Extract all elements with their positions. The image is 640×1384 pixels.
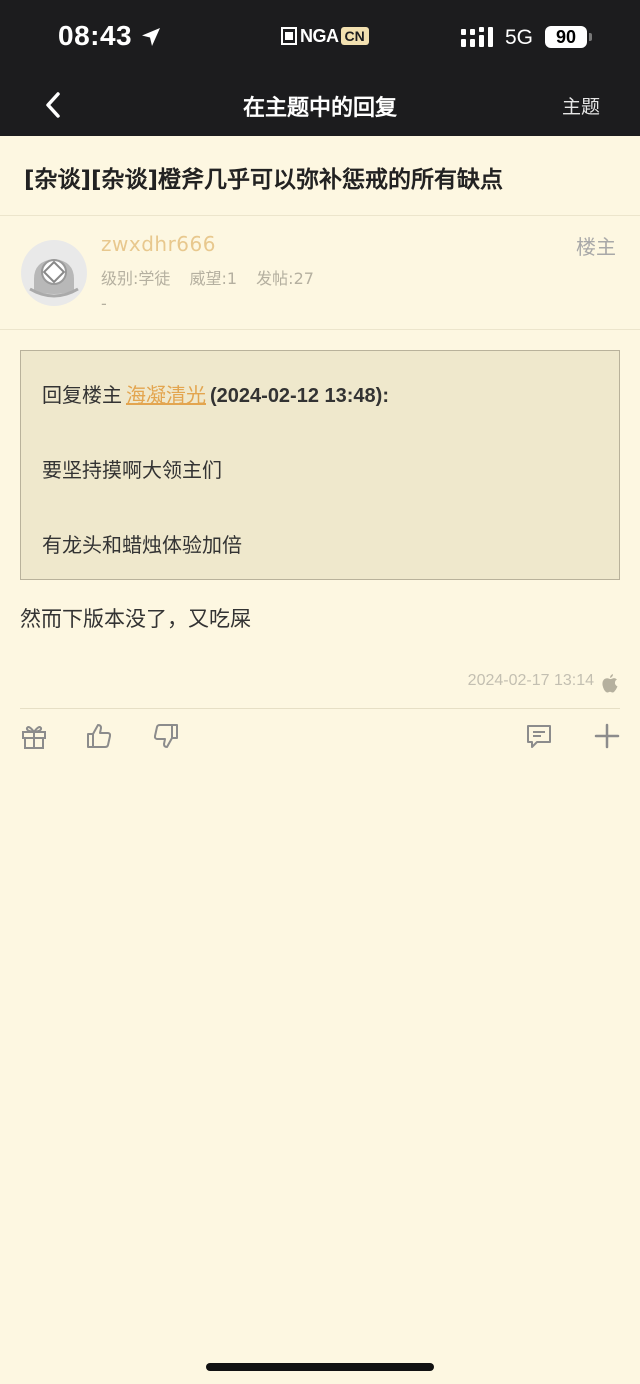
apple-device-icon [602, 674, 618, 693]
status-time: 08:43 [58, 20, 133, 51]
author-username[interactable]: zwxdhr666 [101, 232, 216, 256]
divider [0, 329, 640, 330]
comment-icon[interactable] [525, 722, 553, 750]
network-type: 5G [505, 26, 534, 49]
author-meta: 级别:学徒 威望:1 发帖:27 [101, 265, 328, 289]
status-bar: 08:43 NGA CN 5G 90 [0, 0, 640, 76]
author-level: 级别:学徒 [101, 269, 171, 288]
divider [20, 708, 620, 709]
brand-suffix: CN [340, 27, 369, 45]
topic-link-button[interactable]: 主题 [562, 92, 600, 119]
location-arrow-icon [142, 28, 160, 46]
avatar[interactable] [20, 239, 88, 307]
quote-block: 回复楼主 海凝清光 (2024-02-12 13:48): 要坚持摸啊大领主们 有龙… [20, 350, 620, 580]
author-signature: - [101, 294, 107, 313]
signal-strength-icon [461, 27, 493, 47]
quoted-user-link[interactable]: 海凝清光 [126, 383, 206, 407]
author-prestige: 威望:1 [189, 269, 238, 288]
brand-logo: NGA CN [280, 24, 369, 48]
thumbs-up-icon[interactable] [85, 722, 113, 750]
author-post-count: 发帖:27 [256, 269, 314, 288]
quote-header: 回复楼主 海凝清光 (2024-02-12 13:48): [42, 379, 389, 408]
plus-icon[interactable] [593, 722, 621, 750]
quote-text-line: 有龙头和蜡烛体验加倍 [42, 533, 242, 557]
topic-title[interactable]: [杂谈][杂谈]橙斧几乎可以弥补惩戒的所有缺点 [24, 160, 503, 194]
gift-icon[interactable] [20, 722, 48, 750]
home-indicator[interactable] [206, 1363, 434, 1371]
post-timestamp: 2024-02-17 13:14 [467, 672, 594, 689]
battery-indicator: 90 [545, 26, 587, 48]
nga-logo-icon [281, 27, 297, 45]
quote-text-line: 要坚持摸啊大领主们 [42, 458, 222, 482]
thumbs-down-icon[interactable] [152, 722, 180, 750]
divider [0, 215, 640, 216]
battery-tip [589, 33, 592, 41]
post-body: 然而下版本没了，又吃屎 [20, 607, 251, 631]
brand-text: NGA [300, 25, 339, 46]
nav-bar: 在主题中的回复 主题 [0, 76, 640, 136]
floor-tag: 楼主 [576, 235, 616, 259]
quote-date: (2024-02-12 13:48): [210, 385, 389, 407]
nav-title: 在主题中的回复 [242, 96, 397, 121]
quote-prefix: 回复楼主 [42, 383, 122, 407]
